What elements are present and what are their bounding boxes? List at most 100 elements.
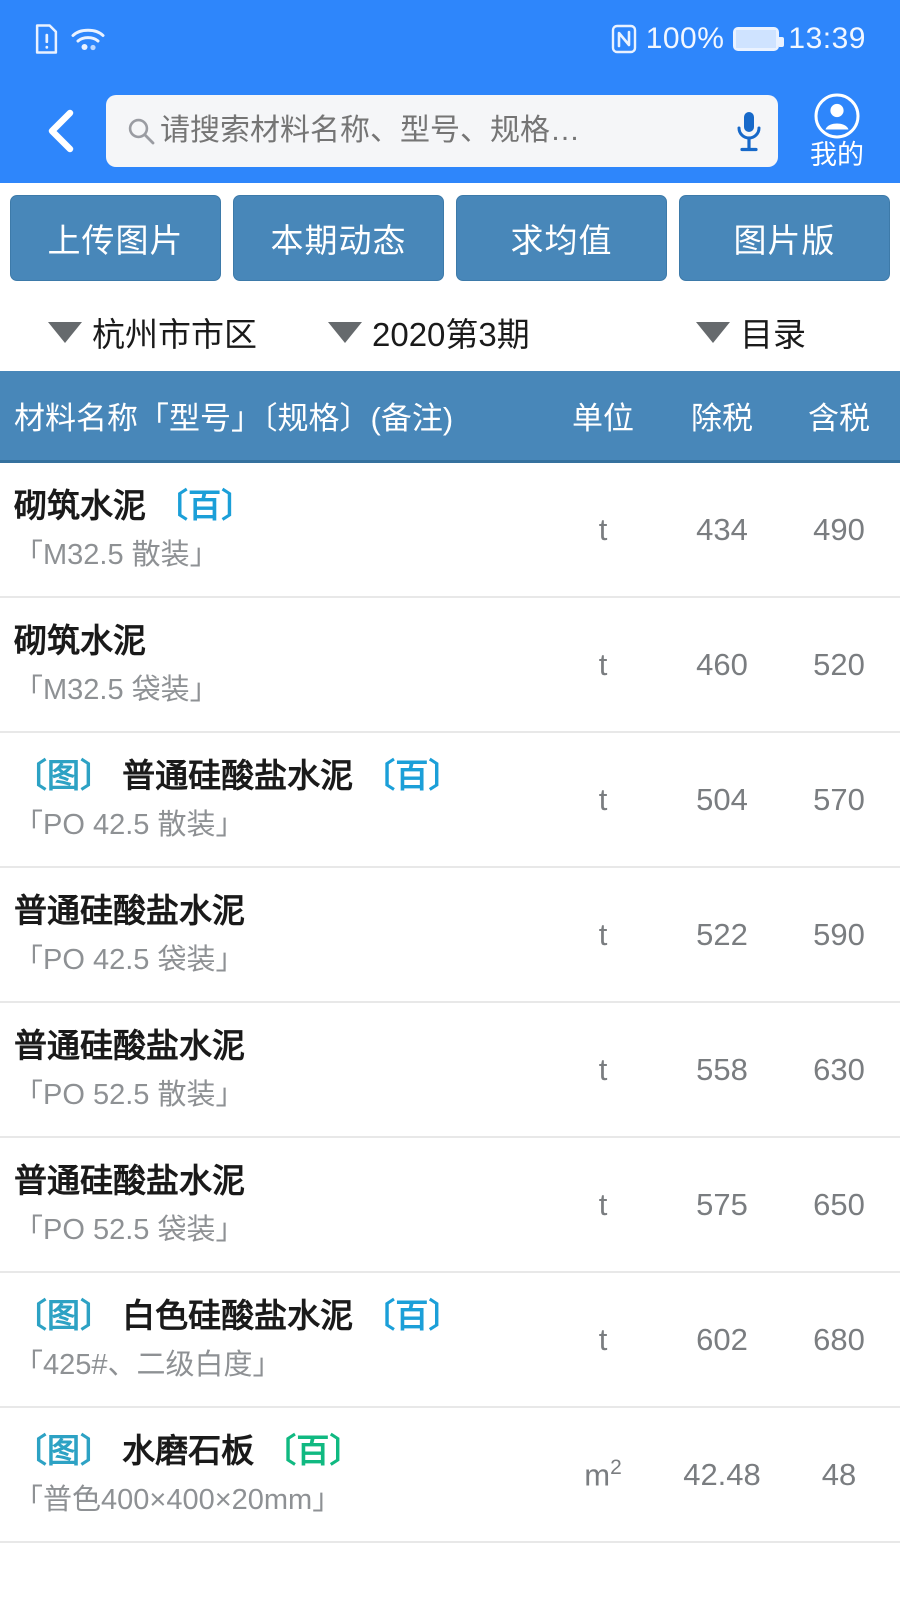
- status-bar-left: [34, 23, 105, 55]
- profile-label: 我的: [810, 140, 864, 170]
- image-tag[interactable]: 〔图〕: [14, 1297, 113, 1334]
- wifi-icon: [71, 26, 105, 52]
- material-cell: 普通硅酸盐水泥「PO 52.5 散装」: [0, 1013, 544, 1126]
- period-trends-button[interactable]: 本期动态: [233, 195, 444, 281]
- search-box[interactable]: [106, 94, 778, 167]
- search-input[interactable]: [160, 113, 734, 148]
- hundred-tag[interactable]: 〔百〕: [362, 1297, 461, 1334]
- material-spec: 「PO 52.5 袋装」: [14, 1213, 245, 1246]
- hundred-tag[interactable]: 〔百〕: [155, 487, 254, 524]
- material-cell: 〔图〕 白色硅酸盐水泥 〔百〕「425#、二级白度」: [0, 1283, 544, 1396]
- table-row[interactable]: 〔图〕 水磨石板 〔百〕 「普色400×400×20mm」 m2 42.48 48: [0, 1408, 900, 1543]
- material-spec: 「M32.5 散装」: [14, 538, 219, 571]
- status-bar-right: 100% 13:39: [611, 24, 866, 54]
- intax-price-cell: 48: [821, 1456, 857, 1492]
- back-chevron-icon: [48, 109, 74, 152]
- image-tag[interactable]: 〔图〕: [14, 1432, 113, 1469]
- table-row[interactable]: 普通硅酸盐水泥 「PO 52.5 散装」 t 558 630: [0, 1003, 900, 1138]
- extax-price-cell: 460: [696, 646, 748, 682]
- upload-image-button[interactable]: 上传图片: [10, 195, 221, 281]
- material-cell: 普通硅酸盐水泥「PO 52.5 袋装」: [0, 1148, 544, 1261]
- material-name-text: 普通硅酸盐水泥: [14, 1161, 245, 1199]
- material-cell: 普通硅酸盐水泥「PO 42.5 袋装」: [0, 878, 544, 991]
- hundred-tag[interactable]: 〔百〕: [362, 757, 461, 794]
- action-button-bar: 上传图片 本期动态 求均值 图片版: [0, 183, 900, 293]
- table-row[interactable]: 普通硅酸盐水泥「PO 52.5 袋装」 t 575 650: [0, 1138, 900, 1273]
- material-spec: 「425#、二级白度」: [14, 1348, 282, 1381]
- table-row[interactable]: 砌筑水泥「M32.5 袋装」 t 460 520: [0, 598, 900, 733]
- unit-cell: t: [598, 511, 608, 547]
- column-header-name: 材料名称「型号」〔规格〕(备注): [14, 401, 454, 436]
- hundred-tag[interactable]: 〔百〕: [263, 1432, 362, 1469]
- unit-cell: t: [598, 646, 608, 682]
- filter-region[interactable]: 杭州市市区: [8, 308, 328, 356]
- extax-price-cell: 434: [696, 511, 748, 547]
- chevron-down-icon: [48, 321, 82, 343]
- material-list: 砌筑水泥 〔百〕 「M32.5 散装」 t 434 490 砌筑水泥 「M32.5 袋装」 t…: [0, 463, 900, 1543]
- material-cell: 〔图〕 普通硅酸盐水泥 〔百〕「PO 42.5 散装」: [0, 743, 544, 856]
- extax-price-cell: 602: [696, 1321, 748, 1357]
- material-name-text: 水磨石板: [122, 1431, 255, 1469]
- material-name-text: 普通硅酸盐水泥: [122, 756, 354, 794]
- mic-icon[interactable]: [734, 110, 764, 152]
- image-tag[interactable]: 〔图〕: [14, 757, 113, 794]
- material-spec: 「PO 42.5 散装」: [14, 808, 245, 841]
- filter-catalog-label: 目录: [740, 316, 806, 353]
- material-name: 砌筑水泥 〔百〕: [14, 487, 544, 525]
- search-icon: [126, 116, 156, 146]
- battery-percent-label: 100%: [645, 22, 725, 55]
- filter-bar: 杭州市市区 2020第3期 目录: [0, 293, 900, 371]
- back-button[interactable]: [26, 95, 98, 167]
- material-cell: 砌筑水泥「M32.5 袋装」: [0, 608, 544, 721]
- filter-region-label: 杭州市市区: [92, 316, 257, 353]
- material-name-text: 普通硅酸盐水泥: [14, 891, 245, 929]
- filter-period[interactable]: 2020第3期: [328, 308, 648, 356]
- material-spec: 「普色400×400×20mm」: [14, 1483, 342, 1516]
- material-name: 普通硅酸盐水泥: [14, 892, 544, 930]
- material-name: 〔图〕 白色硅酸盐水泥 〔百〕: [14, 1297, 544, 1335]
- table-row[interactable]: 〔图〕 普通硅酸盐水泥 〔百〕「PO 42.5 散装」 t 504 570: [0, 733, 900, 868]
- extax-price-cell: 558: [696, 1051, 748, 1087]
- unit-cell: t: [598, 781, 608, 817]
- material-name-text: 砌筑水泥: [14, 621, 146, 659]
- extax-price-cell: 504: [696, 781, 748, 817]
- intax-price-cell: 650: [813, 1186, 865, 1222]
- extax-price-cell: 575: [696, 1186, 748, 1222]
- material-cell: 砌筑水泥 〔百〕「M32.5 散装」: [0, 473, 544, 586]
- material-name: 砌筑水泥: [14, 622, 544, 660]
- intax-price-cell: 520: [813, 646, 865, 682]
- column-header-extax: 除税: [691, 401, 753, 436]
- column-header-unit: 单位: [572, 401, 634, 436]
- profile-button[interactable]: 我的: [792, 92, 882, 169]
- status-bar: 100% 13:39: [0, 0, 900, 78]
- battery-icon: [733, 27, 785, 51]
- clock-label: 13:39: [788, 22, 866, 55]
- nfc-icon: [611, 24, 637, 54]
- table-row[interactable]: 普通硅酸盐水泥 「PO 42.5 袋装」 t 522 590: [0, 868, 900, 1003]
- intax-price-cell: 490: [813, 511, 865, 547]
- chevron-down-icon: [328, 321, 362, 343]
- material-spec: 「PO 42.5 袋装」: [14, 943, 245, 976]
- unit-cell: t: [598, 1051, 608, 1087]
- material-name-text: 白色硅酸盐水泥: [122, 1296, 354, 1334]
- material-name: 普通硅酸盐水泥: [14, 1027, 544, 1065]
- column-header-intax: 含税: [808, 401, 870, 436]
- filter-catalog[interactable]: 目录: [648, 308, 888, 356]
- material-spec: 「M32.5 袋装」: [14, 673, 219, 706]
- intax-price-cell: 570: [813, 781, 865, 817]
- table-row[interactable]: 〔图〕 白色硅酸盐水泥 〔百〕 「425#、二级白度」 t 602 680: [0, 1273, 900, 1408]
- table-header: 材料名称「型号」〔规格〕(备注) 单位 除税 含税: [0, 371, 900, 463]
- unit-cell: t: [598, 1186, 608, 1222]
- material-cell: 〔图〕 水磨石板 〔百〕「普色400×400×20mm」: [0, 1418, 544, 1531]
- material-spec: 「PO 52.5 散装」: [14, 1078, 245, 1111]
- nav-bar: 我的: [0, 78, 900, 183]
- material-name: 普通硅酸盐水泥: [14, 1162, 544, 1200]
- average-value-button[interactable]: 求均值: [456, 195, 667, 281]
- filter-period-label: 2020第3期: [372, 316, 530, 353]
- material-name: 〔图〕 水磨石板 〔百〕: [14, 1432, 544, 1470]
- image-version-button[interactable]: 图片版: [679, 195, 890, 281]
- intax-price-cell: 590: [813, 916, 865, 952]
- unit-cell: m2: [584, 1455, 622, 1493]
- extax-price-cell: 522: [696, 916, 748, 952]
- table-row[interactable]: 砌筑水泥 〔百〕「M32.5 散装」 t 434 490: [0, 463, 900, 598]
